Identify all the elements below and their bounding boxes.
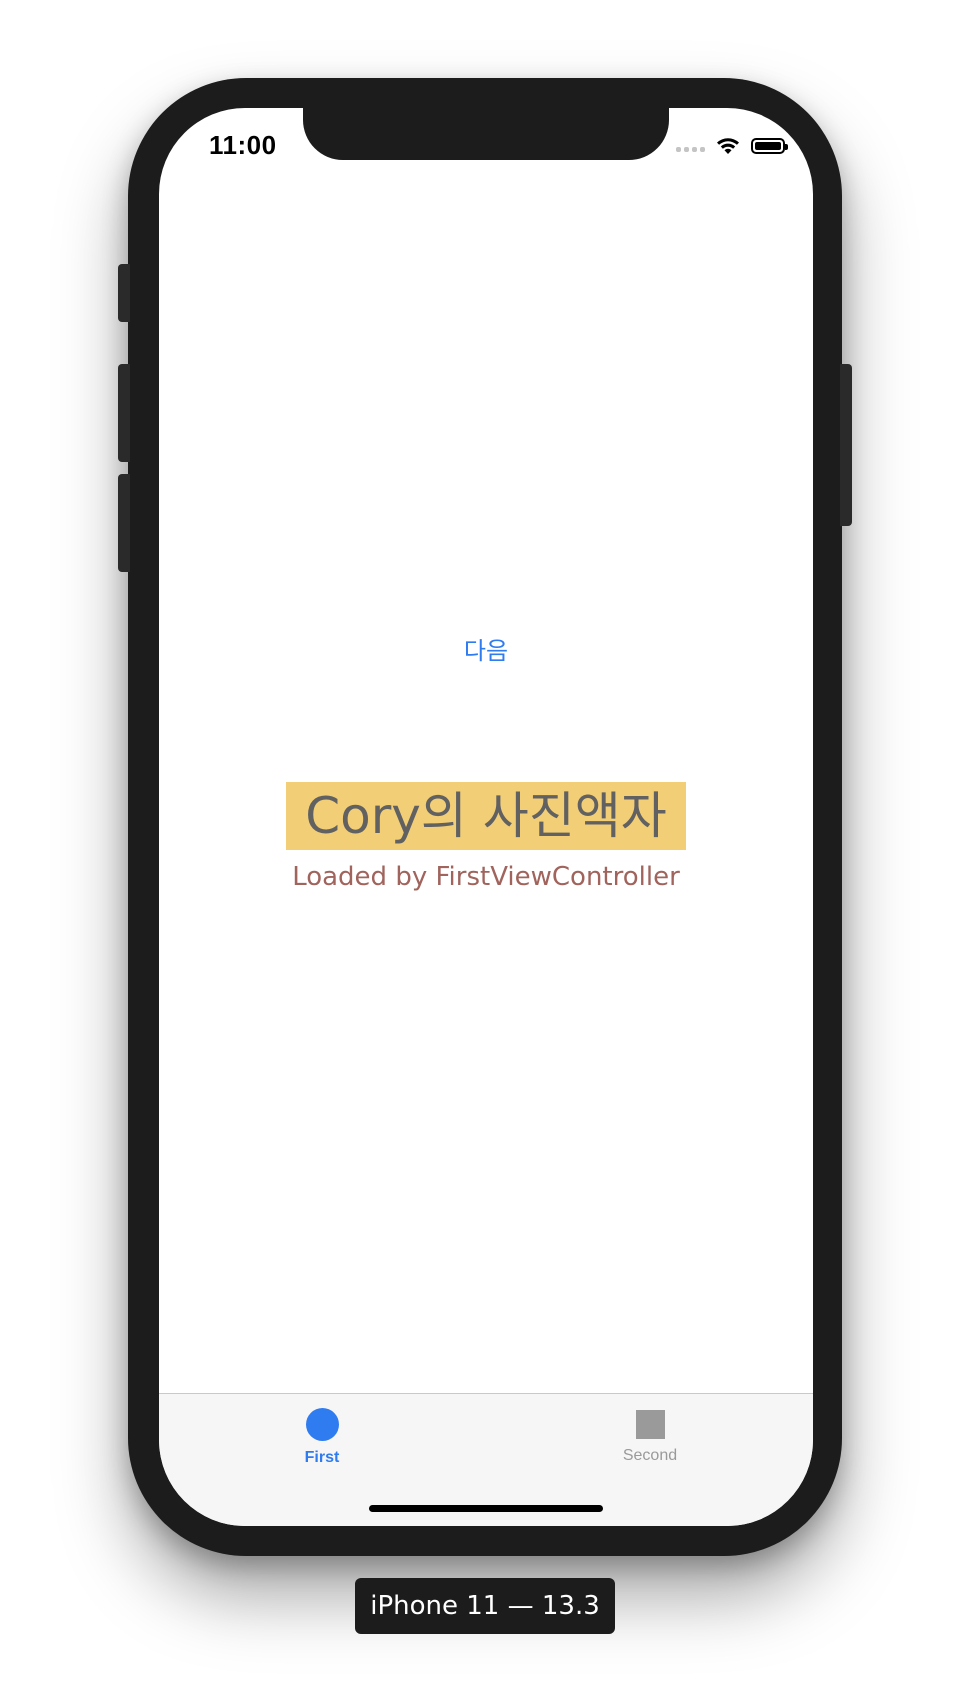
battery-icon	[751, 138, 788, 154]
status-time: 11:00	[209, 130, 277, 160]
page-title: Cory의 사진액자	[286, 782, 686, 850]
wifi-icon	[717, 138, 739, 154]
square-icon	[635, 1410, 665, 1439]
subtitle-label: Loaded by FirstViewController	[292, 862, 680, 892]
volume-down-button	[118, 474, 130, 572]
power-button	[840, 364, 852, 526]
tab-first[interactable]: First	[242, 1408, 402, 1467]
volume-up-button	[118, 364, 130, 462]
tab-bar: First Second	[159, 1393, 813, 1526]
tab-label: Second	[622, 1447, 678, 1464]
next-button[interactable]: 다음	[159, 630, 813, 667]
signal-icon	[676, 140, 705, 152]
status-icons	[676, 136, 788, 156]
circle-icon	[305, 1408, 339, 1441]
device-label: iPhone 11 — 13.3	[355, 1578, 615, 1634]
tab-label: First	[304, 1449, 340, 1466]
mute-switch	[118, 264, 130, 322]
home-indicator[interactable]	[369, 1505, 603, 1512]
tab-second[interactable]: Second	[570, 1408, 730, 1465]
phone-screen: 11:00 다음 Cory의 사진액자 Loaded by FirstViewC…	[159, 108, 813, 1526]
notch	[303, 108, 669, 160]
